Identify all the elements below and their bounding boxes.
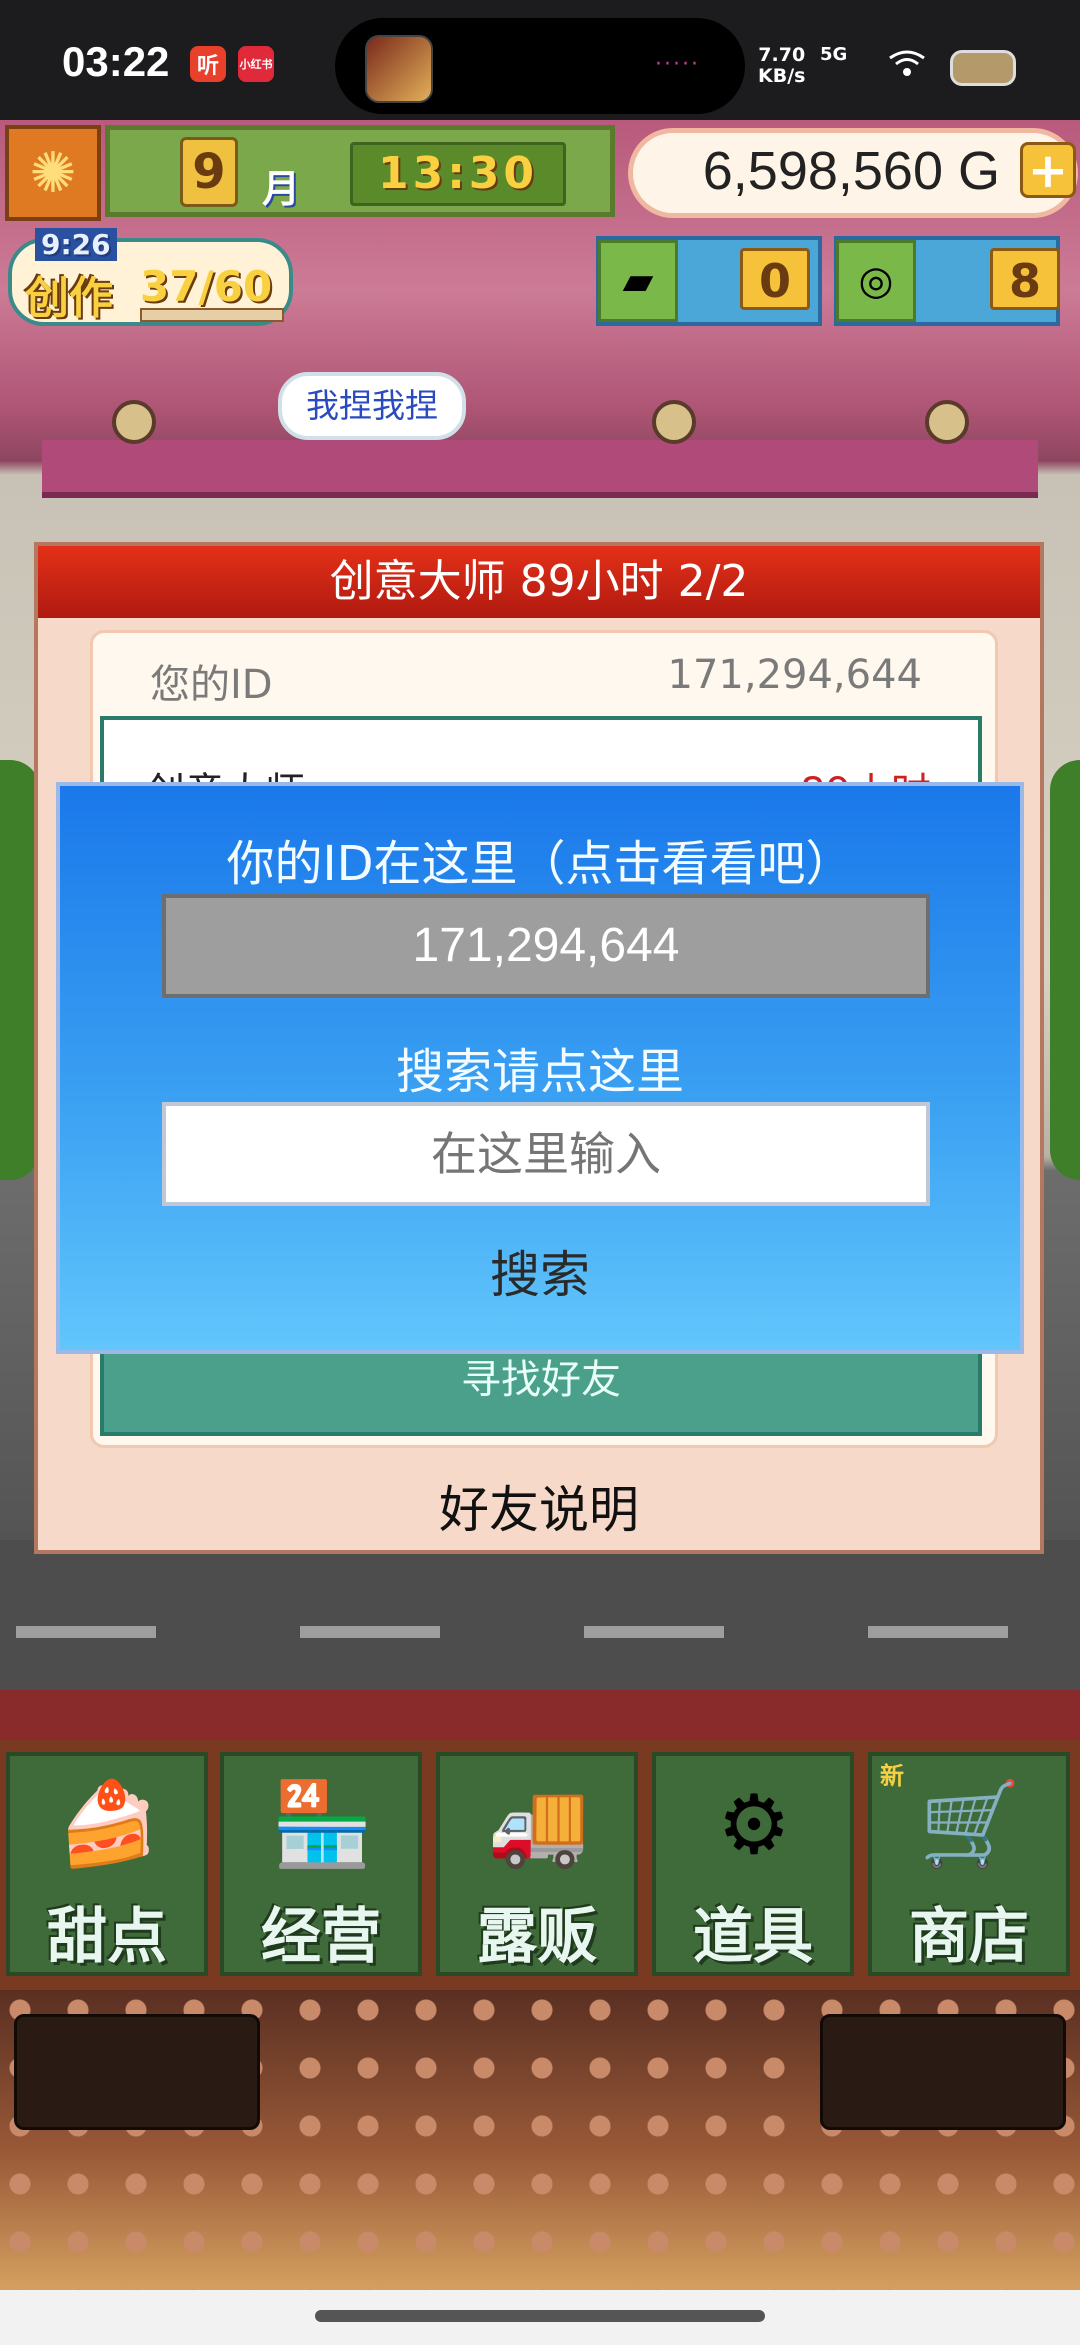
xiaohongshu-app-icon: 小红书 bbox=[238, 46, 274, 82]
cake-icon: 🍰 bbox=[56, 1777, 160, 1872]
shop-icon: 🏪 bbox=[270, 1777, 374, 1872]
lamp-icon bbox=[652, 400, 696, 444]
lamp-icon bbox=[925, 400, 969, 444]
month-number: 9 bbox=[180, 137, 238, 207]
your-id-value: 171,294,644 bbox=[667, 652, 922, 698]
wifi-icon bbox=[889, 50, 925, 76]
shop-awning bbox=[42, 440, 1038, 498]
menu-label-dessert: 甜点 bbox=[47, 1902, 167, 1972]
medal-icon: ◎ bbox=[836, 240, 916, 322]
friend-explain-button[interactable]: 好友说明 bbox=[34, 1470, 1044, 1542]
maple-leaf-icon[interactable]: ✺ bbox=[5, 125, 101, 221]
medal-count: 8 bbox=[990, 248, 1060, 310]
net-speed-unit: KB/s bbox=[758, 65, 806, 87]
food-truck-icon: 🚚 bbox=[486, 1777, 590, 1872]
create-label: 创作 bbox=[25, 273, 113, 324]
net-speed: 7.70 KB/s bbox=[758, 45, 805, 87]
dialog-title: 你的ID在这里（点击看看吧） bbox=[226, 836, 854, 892]
create-timer: 9:26 bbox=[35, 228, 117, 261]
gold-amount: 6,598,560 G bbox=[702, 141, 1000, 201]
cart-icon: 🛒 bbox=[918, 1777, 1022, 1872]
notification-app-icon: 听 bbox=[190, 46, 226, 82]
tree-right bbox=[1050, 760, 1080, 1180]
search-prompt: 搜索请点这里 bbox=[395, 1044, 684, 1100]
menu-label-manage: 经营 bbox=[261, 1902, 381, 1972]
friend-panel-title: 创意大师 89小时 2/2 bbox=[38, 546, 1040, 618]
gear-sack-icon: ⚙ bbox=[717, 1777, 791, 1873]
add-gold-button[interactable]: + bbox=[1020, 142, 1076, 198]
home-indicator[interactable] bbox=[315, 2310, 765, 2322]
friend-id-input[interactable] bbox=[162, 1102, 930, 1206]
lamp-icon bbox=[112, 400, 156, 444]
create-count: 37/60 bbox=[140, 262, 273, 311]
menu-label-items: 道具 bbox=[693, 1902, 813, 1972]
lane-marking bbox=[868, 1626, 1008, 1638]
gold-bar-icon: ▰ bbox=[598, 240, 678, 322]
speech-bubble[interactable]: 我捏我捏 bbox=[278, 372, 466, 440]
left-dark-panel bbox=[14, 2014, 260, 2130]
road bbox=[0, 1540, 1080, 1690]
gold-bar-count: 0 bbox=[740, 248, 810, 310]
lane-marking bbox=[584, 1626, 724, 1638]
lane-marking bbox=[16, 1626, 156, 1638]
menu-label-store: 商店 bbox=[909, 1902, 1029, 1972]
search-button[interactable]: 搜索 bbox=[440, 1240, 640, 1310]
net-speed-value: 7.70 bbox=[758, 44, 806, 66]
month-unit: 月 bbox=[262, 167, 301, 211]
new-badge: 新 bbox=[880, 1762, 904, 1790]
game-app-icon[interactable] bbox=[365, 35, 433, 103]
right-dark-panel bbox=[820, 2014, 1066, 2130]
menu-label-stall: 露贩 bbox=[477, 1902, 597, 1972]
road-edge bbox=[0, 1690, 1080, 1740]
battery-icon bbox=[950, 50, 1016, 86]
game-time: 13:30 bbox=[350, 142, 566, 206]
your-id-label: 您的ID bbox=[150, 662, 273, 708]
status-clock: 03:22 bbox=[62, 38, 170, 85]
lane-marking bbox=[300, 1626, 440, 1638]
id-display-field[interactable]: 171,294,644 bbox=[162, 894, 930, 998]
create-progress bbox=[140, 308, 284, 322]
island-activity-dots: ····· bbox=[655, 52, 700, 77]
find-friend-button[interactable]: 寻找好友 bbox=[100, 1340, 982, 1436]
network-type: 5G bbox=[820, 44, 848, 65]
